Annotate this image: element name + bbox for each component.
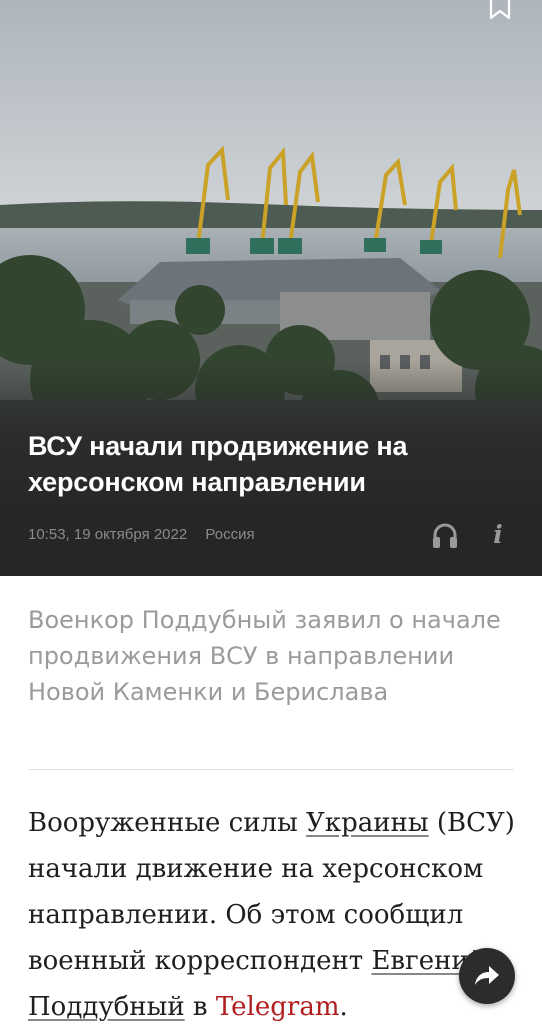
share-button[interactable] [459, 948, 515, 1004]
info-icon[interactable]: i [486, 518, 510, 552]
body-text-part: в [184, 992, 216, 1022]
article-timestamp: 10:53, 19 октября 2022 [28, 526, 188, 543]
bookmark-icon[interactable] [488, 0, 512, 20]
link-telegram[interactable]: Telegram [216, 992, 340, 1022]
body-text-part: . [339, 992, 348, 1022]
headphones-icon[interactable] [430, 520, 460, 550]
link-ukraine[interactable]: Украины [306, 808, 429, 838]
article-meta: 10:53, 19 октября 2022 Россия [28, 526, 269, 543]
body-text-part: Вооруженные силы [28, 808, 307, 838]
divider [28, 769, 514, 770]
article-category[interactable]: Россия [205, 526, 254, 543]
article-title: ВСУ начали продвижение на херсонском нап… [28, 431, 408, 497]
share-arrow-icon [475, 966, 499, 985]
article-body: Вооруженные силы Украины (ВСУ) начали дв… [28, 800, 528, 1030]
hero-section: ВСУ начали продвижение на херсонском нап… [0, 0, 542, 576]
article-lead: Военкор Поддубный заявил о начале продви… [28, 606, 501, 706]
